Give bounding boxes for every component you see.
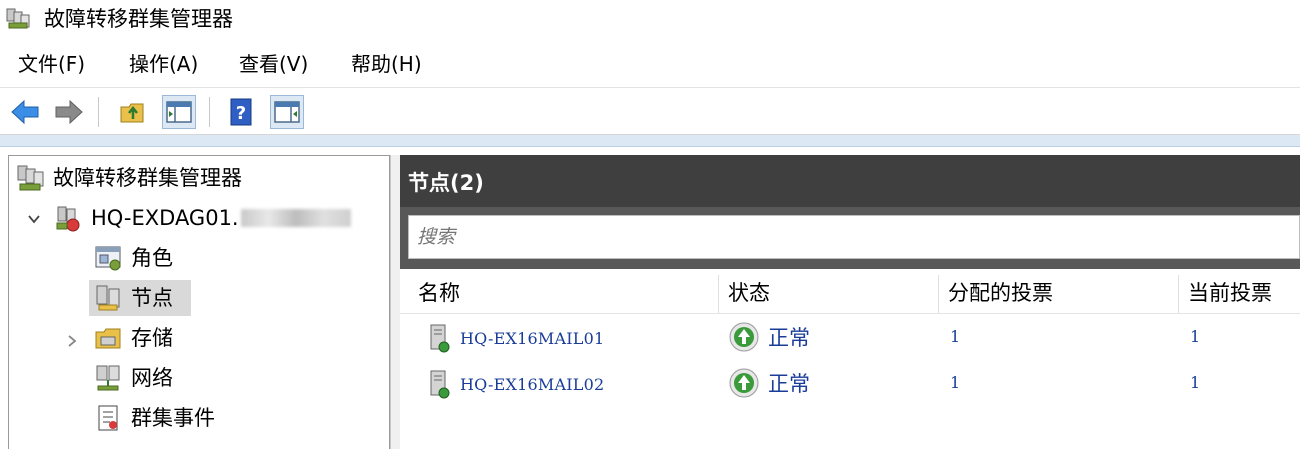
chevron-down-icon[interactable] (27, 212, 41, 226)
tree-item-cluster[interactable]: HQ-EXDAG01. (53, 200, 351, 236)
roles-icon (95, 246, 121, 271)
tree-networks-label: 网络 (131, 366, 173, 390)
forward-arrow-icon (55, 99, 83, 125)
nodes-icon (96, 285, 120, 311)
tree-item-cluster-events[interactable]: 群集事件 (93, 400, 215, 436)
status-up-icon (729, 368, 759, 398)
column-separator[interactable] (718, 275, 719, 313)
results-pane: 节点(2) 名称 状态 分配的投票 当前投票 HQ-EX16MAIL01 (400, 155, 1300, 449)
up-folder-button[interactable] (116, 95, 150, 129)
network-icon (96, 365, 120, 391)
window-title: 故障转移群集管理器 (44, 7, 233, 31)
tree-cluster-events-label: 群集事件 (131, 406, 215, 430)
help-button[interactable]: ? (224, 95, 258, 129)
tree-item-storage[interactable]: 存储 (93, 320, 173, 356)
help-icon: ? (230, 98, 252, 126)
server-node-icon (430, 370, 450, 399)
cluster-events-icon (98, 405, 118, 431)
svg-text:?: ? (236, 103, 246, 124)
tree-root-label: 故障转移群集管理器 (53, 166, 242, 190)
table-row[interactable]: HQ-EX16MAIL01 正常 1 1 (400, 315, 1300, 359)
search-bar (400, 207, 1300, 269)
up-folder-icon (120, 103, 144, 123)
column-separator[interactable] (938, 275, 939, 313)
tree-item-networks[interactable]: 网络 (93, 360, 173, 396)
node-status-cell: 正常 (728, 367, 810, 399)
node-name-cell: HQ-EX16MAIL02 (428, 369, 604, 399)
title-bar: 故障转移群集管理器 (0, 0, 1300, 40)
column-separator[interactable] (1178, 275, 1179, 313)
results-header: 节点(2) (400, 155, 1300, 207)
tree-root-item[interactable]: 故障转移群集管理器 (15, 160, 242, 196)
node-status-text: 正常 (768, 372, 810, 396)
tree-item-roles[interactable]: 角色 (93, 240, 173, 276)
toolbar: ? (0, 89, 1300, 135)
node-name: HQ-EX16MAIL01 (460, 328, 605, 348)
header-divider (400, 313, 1300, 314)
show-hide-console-tree-button[interactable] (162, 95, 196, 129)
server-node-icon (430, 324, 450, 353)
column-header-name[interactable]: 名称 (418, 279, 460, 307)
cluster-icon (56, 206, 80, 232)
tree-roles-label: 角色 (131, 246, 173, 270)
node-status-cell: 正常 (728, 321, 810, 353)
redacted-domain (240, 209, 351, 227)
tree-cluster-label: HQ-EXDAG01. (91, 206, 239, 230)
assigned-votes-value: 1 (950, 327, 961, 346)
nodes-table: 名称 状态 分配的投票 当前投票 HQ-EX16MAIL01 正常 1 1 HQ… (400, 269, 1300, 449)
search-input[interactable] (408, 215, 1300, 259)
show-hide-console-tree-icon (166, 101, 192, 123)
current-votes-value: 1 (1190, 327, 1201, 346)
menu-action[interactable]: 操作(A) (129, 50, 198, 78)
storage-icon (95, 328, 121, 349)
node-status-text: 正常 (768, 326, 810, 350)
show-hide-action-pane-button[interactable] (270, 95, 304, 129)
cluster-manager-icon (17, 165, 44, 191)
tree-item-nodes[interactable]: 节点 (93, 280, 173, 316)
chevron-right-icon[interactable] (65, 334, 79, 348)
tree-nodes-label: 节点 (131, 286, 173, 310)
assigned-votes-value: 1 (950, 373, 961, 392)
console-top-strip (0, 135, 1300, 147)
show-hide-action-pane-icon (274, 101, 300, 123)
table-row[interactable]: HQ-EX16MAIL02 正常 1 1 (400, 361, 1300, 405)
node-name-cell: HQ-EX16MAIL01 (428, 323, 604, 353)
node-name: HQ-EX16MAIL02 (460, 374, 605, 394)
pane-splitter[interactable] (390, 155, 400, 449)
menu-help[interactable]: 帮助(H) (351, 50, 422, 78)
menu-bar: 文件(F) 操作(A) 查看(V) 帮助(H) (0, 40, 1300, 88)
toolbar-separator (98, 97, 99, 127)
cluster-manager-icon (6, 8, 30, 29)
tree-storage-label: 存储 (131, 326, 173, 350)
forward-button[interactable] (52, 95, 86, 129)
column-header-current-votes[interactable]: 当前投票 (1188, 279, 1272, 307)
results-title: 节点(2) (408, 171, 484, 195)
menu-view[interactable]: 查看(V) (239, 50, 308, 78)
column-header-assigned-votes[interactable]: 分配的投票 (948, 279, 1053, 307)
console-tree: 故障转移群集管理器 HQ-EXDAG01. 角色 节点 存储 网络 群集事件 (8, 155, 390, 449)
column-header-status[interactable]: 状态 (728, 279, 770, 307)
toolbar-separator (209, 97, 210, 127)
back-button[interactable] (8, 95, 42, 129)
current-votes-value: 1 (1190, 373, 1201, 392)
status-up-icon (729, 322, 759, 352)
back-arrow-icon (11, 99, 39, 125)
menu-file[interactable]: 文件(F) (18, 50, 85, 78)
